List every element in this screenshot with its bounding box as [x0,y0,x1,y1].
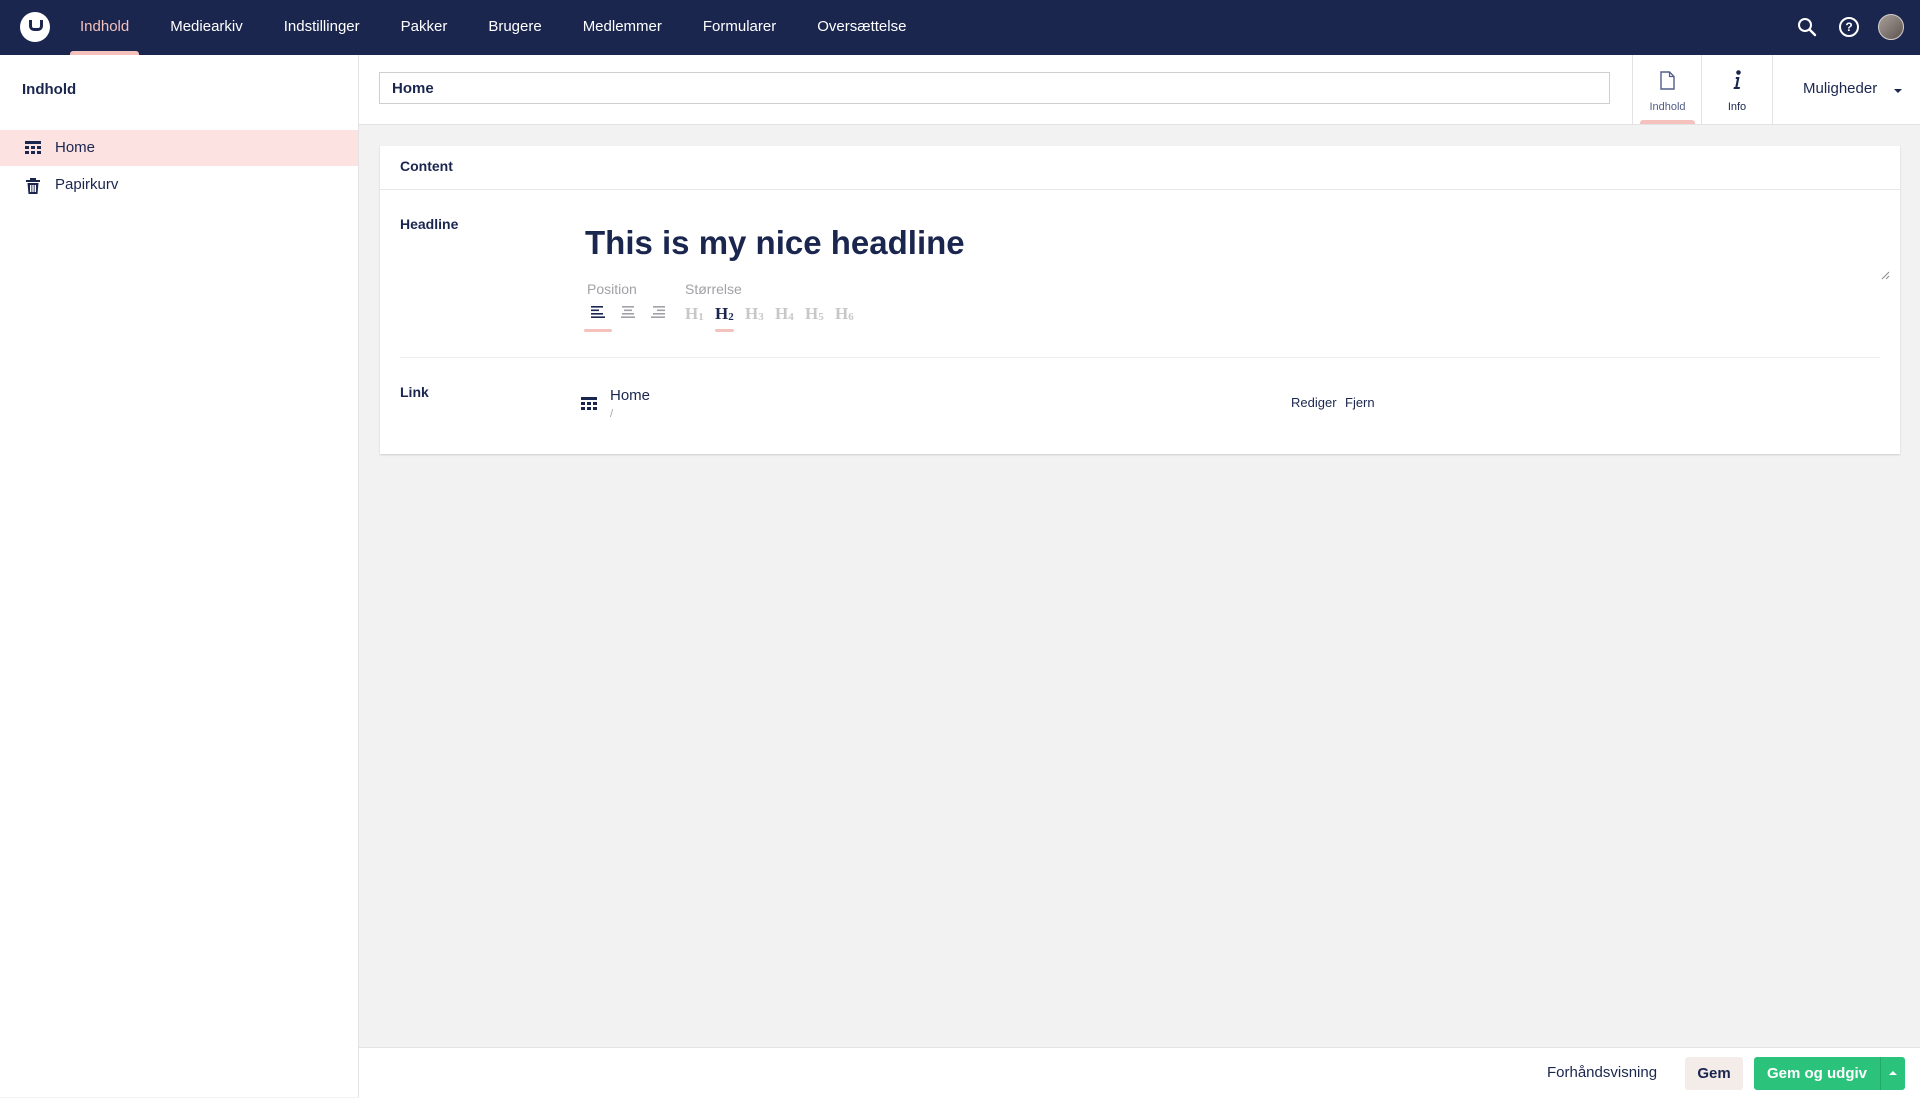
heading-number: 4 [788,311,794,323]
nav-item-pakker[interactable]: Pakker [389,0,460,55]
size-label: Størrelse [685,281,742,297]
headline-input[interactable]: This is my nice headline [585,224,965,262]
nav-item-indhold[interactable]: Indhold [68,0,141,55]
heading-size-h2-button[interactable]: H2 [715,304,734,332]
tree-item-label: Home [55,139,96,156]
position-label: Position [587,281,637,297]
node-name-input[interactable] [379,72,1610,104]
save-and-publish-button[interactable]: Gem og udgiv [1754,1057,1880,1090]
tab-label: Info [1727,101,1747,113]
tree-item-home[interactable]: Home [0,130,358,166]
remove-link-button[interactable]: Fjern [1345,395,1375,410]
nav-item-oversaettelse[interactable]: Oversættelse [805,0,918,55]
tab-label: Indhold [1649,101,1686,113]
nav-item-medlemmer[interactable]: Medlemmer [571,0,674,55]
heading-size-h4-button[interactable]: H4 [775,304,794,324]
tab-indhold[interactable]: Indhold [1632,55,1702,124]
user-avatar[interactable] [1878,13,1904,41]
save-button[interactable]: Gem [1685,1057,1743,1090]
link-name: Home [610,387,651,404]
heading-number: 1 [698,311,704,323]
align-right-button[interactable] [644,302,672,326]
align-left-icon [591,306,605,318]
caret-down-icon [1894,89,1902,93]
heading-number: 2 [728,311,734,323]
heading-letter: H [685,304,699,323]
umbraco-logo[interactable] [20,12,50,42]
document-icon [1660,71,1675,90]
edit-link-button[interactable]: Rediger [1291,395,1337,410]
preview-button[interactable]: Forhåndsvisning [1547,1064,1657,1081]
search-icon[interactable] [1794,13,1820,41]
heading-number: 5 [818,311,824,323]
tree-item-label: Papirkurv [55,176,119,193]
top-bar: Indhold Mediearkiv Indstillinger Pakker … [0,0,1920,55]
main-nav: Indhold Mediearkiv Indstillinger Pakker … [68,0,935,55]
heading-letter: H [745,304,759,323]
info-icon [1733,70,1741,89]
grid-icon [25,141,41,154]
options-label: Muligheder [1803,80,1878,97]
group-header: Content [380,146,1900,190]
sidebar-title: Indhold [22,81,77,98]
heading-letter: H [775,304,789,323]
heading-number: 3 [758,311,764,323]
heading-size-h5-button[interactable]: H5 [805,304,824,324]
align-center-button[interactable] [614,302,642,326]
grid-icon [581,397,597,410]
heading-letter: H [835,304,849,323]
heading-number: 6 [848,311,854,323]
align-left-button[interactable] [584,302,612,332]
group-title: Content [400,158,453,174]
link-label: Link [400,384,429,400]
align-center-icon [621,306,635,318]
help-icon[interactable]: ? [1836,13,1862,41]
nav-item-brugere[interactable]: Brugere [476,0,553,55]
resize-handle-icon[interactable] [1880,270,1890,280]
publish-options-caret-icon[interactable] [1880,1057,1905,1090]
tab-info[interactable]: Info [1701,55,1772,124]
heading-size-h1-button[interactable]: H1 [685,304,704,324]
heading-letter: H [805,304,819,323]
align-right-icon [651,306,665,318]
headline-label: Headline [400,216,459,232]
content-group: Content Headline This is my nice headlin… [380,146,1900,454]
nav-item-indstillinger[interactable]: Indstillinger [272,0,372,55]
sidebar: Indhold Home Papirkurv [0,55,359,1097]
heading-size-h3-button[interactable]: H3 [745,304,764,324]
tree-item-papirkurv[interactable]: Papirkurv [0,167,358,203]
nav-item-formularer[interactable]: Formularer [691,0,788,55]
nav-item-mediearkiv[interactable]: Mediearkiv [158,0,255,55]
editor-header: Indhold Info Muligheder [359,55,1920,125]
editor-footer: Forhåndsvisning Gem Gem og udgiv [359,1047,1920,1098]
heading-size-h6-button[interactable]: H6 [835,304,854,324]
trash-icon [26,178,40,194]
link-url: / [610,408,614,420]
property-divider [400,357,1880,358]
heading-letter: H [715,304,729,323]
options-dropdown[interactable]: Muligheder [1772,55,1920,124]
